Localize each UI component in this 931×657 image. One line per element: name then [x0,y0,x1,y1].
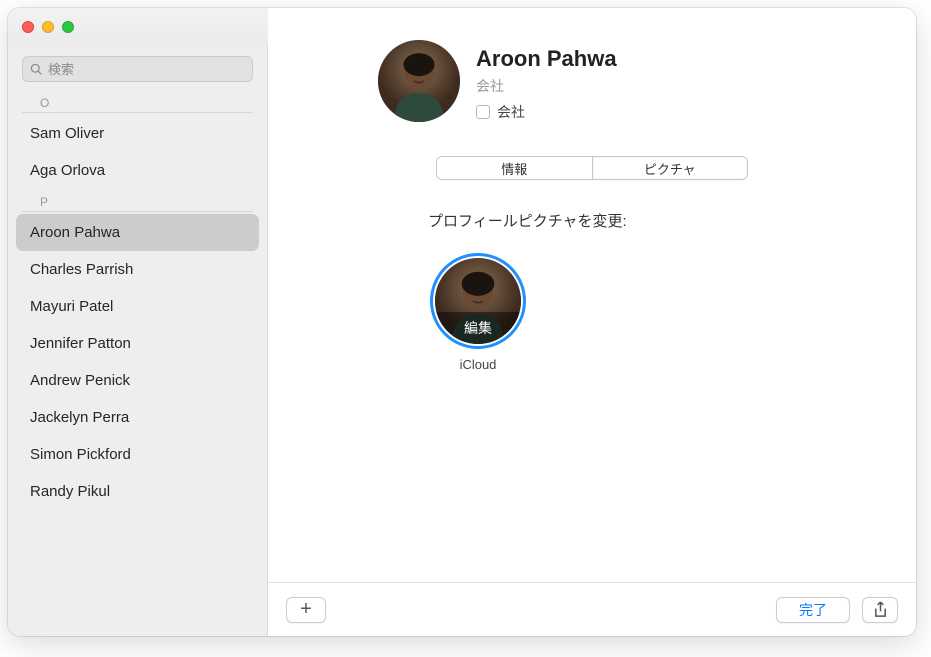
list-item[interactable]: Aga Orlova [8,152,267,189]
maximize-button[interactable] [62,21,74,33]
list-item[interactable]: Andrew Penick [8,362,267,399]
list-item[interactable]: Mayuri Patel [8,288,267,325]
contacts-list-p: Aroon Pahwa Charles Parrish Mayuri Patel… [8,212,267,510]
share-button[interactable] [862,597,898,623]
company-checkbox-row: 会社 [476,102,617,122]
tab-picture[interactable]: ピクチャ [593,157,748,179]
tabs-segmented: 情報 ピクチャ [436,156,748,180]
search-wrap [8,50,267,90]
list-item[interactable]: Aroon Pahwa [16,214,259,251]
picture-section-title: プロフィールピクチャを変更: [428,210,916,231]
contact-name[interactable]: Aroon Pahwa [476,46,617,72]
list-item[interactable]: Sam Oliver [8,115,267,152]
list-item[interactable]: Jennifer Patton [8,325,267,362]
picture-source-caption: iCloud [460,357,497,372]
close-button[interactable] [22,21,34,33]
search-icon [30,63,43,76]
done-button[interactable]: 完了 [776,597,850,623]
company-checkbox[interactable] [476,105,490,119]
tab-info[interactable]: 情報 [437,157,593,179]
add-button[interactable]: + [286,597,326,623]
window-body: O Sam Oliver Aga Orlova P Aroon Pahwa Ch… [8,8,916,636]
name-block: Aroon Pahwa 会社 会社 [476,40,617,122]
list-item[interactable]: Charles Parrish [8,251,267,288]
edit-overlay[interactable]: 編集 [435,312,521,344]
search-field[interactable] [22,56,253,82]
company-placeholder[interactable]: 会社 [476,76,617,96]
avatar[interactable] [378,40,460,122]
contact-header: Aroon Pahwa 会社 会社 [268,8,916,138]
titlebar [8,8,268,46]
footer-toolbar: + 完了 [268,582,916,636]
sidebar: O Sam Oliver Aga Orlova P Aroon Pahwa Ch… [8,8,268,636]
picture-thumbnail: 編集 [435,258,521,344]
section-header-o: O [22,90,253,113]
picture-editor: 編集 iCloud [428,253,528,372]
share-icon [873,601,888,618]
search-input[interactable] [48,62,245,77]
contacts-list-o: Sam Oliver Aga Orlova [8,113,267,189]
plus-icon: + [300,598,312,621]
window-controls [22,21,74,33]
list-item[interactable]: Simon Pickford [8,436,267,473]
minimize-button[interactable] [42,21,54,33]
avatar-image [378,40,460,122]
company-checkbox-label: 会社 [497,102,525,122]
contacts-window: O Sam Oliver Aga Orlova P Aroon Pahwa Ch… [8,8,916,636]
picture-selector[interactable]: 編集 [430,253,526,349]
main-content: Aroon Pahwa 会社 会社 情報 ピクチャ プロフィールピクチャを変更: [268,8,916,636]
section-header-p: P [22,189,253,212]
list-item[interactable]: Jackelyn Perra [8,399,267,436]
list-item[interactable]: Randy Pikul [8,473,267,510]
